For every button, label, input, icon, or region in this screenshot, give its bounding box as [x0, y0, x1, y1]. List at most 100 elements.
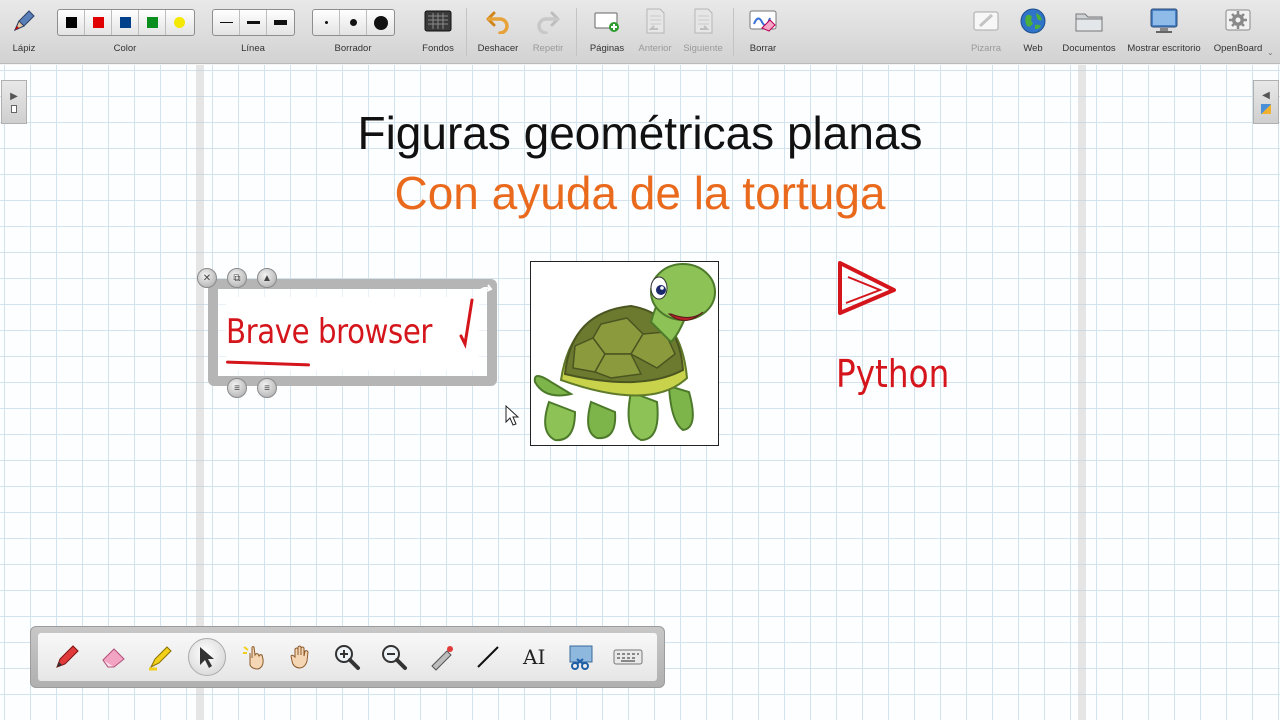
next-page-icon: [688, 6, 718, 36]
web-button[interactable]: [1018, 0, 1048, 64]
background-icon: [423, 6, 453, 36]
eraser-tool-button[interactable]: [95, 638, 133, 676]
handwritten-checkmark: [459, 298, 474, 349]
clear-page-button[interactable]: [748, 0, 778, 64]
interact-tool-icon: [243, 646, 264, 670]
backgrounds-label: Fondos: [422, 43, 454, 54]
keyboard-tool-button[interactable]: [609, 638, 647, 676]
folder-icon: [1074, 6, 1104, 36]
marker-tool-icon: [148, 646, 172, 671]
eraser-medium-option[interactable]: [340, 10, 367, 35]
globe-icon: [1018, 6, 1048, 36]
object-menu-icon[interactable]: ▲: [257, 268, 277, 288]
show-desktop-button[interactable]: [1149, 0, 1179, 64]
text-tool-button[interactable]: AI: [515, 638, 553, 676]
selector-tool-button[interactable]: [188, 638, 227, 676]
handwritten-triangle[interactable]: [832, 257, 904, 319]
stylus-tools: AI: [38, 633, 657, 681]
pages-label: Páginas: [589, 43, 625, 54]
handwritten-note[interactable]: Brave browser: [226, 312, 432, 352]
add-page-button[interactable]: [592, 0, 622, 64]
line-thick-option[interactable]: [267, 10, 294, 35]
color-selector[interactable]: [57, 9, 195, 36]
desktop-icon: [1149, 6, 1179, 36]
handwritten-python[interactable]: Python: [836, 352, 949, 396]
laser-pointer-tool-button[interactable]: [422, 638, 460, 676]
openboard-menu-button[interactable]: [1223, 0, 1253, 64]
redo-icon: [533, 6, 563, 36]
toolbar-divider: [466, 8, 467, 56]
eraser-small-option[interactable]: [313, 10, 340, 35]
page-margin-left: [196, 65, 204, 720]
pen-tool-button[interactable]: [48, 638, 86, 676]
hand-pan-tool-button[interactable]: [282, 638, 320, 676]
backgrounds-button[interactable]: [423, 0, 453, 64]
color-blue-swatch[interactable]: [112, 10, 139, 35]
redo-button[interactable]: [533, 0, 563, 64]
zoom-in-tool-button[interactable]: [328, 638, 366, 676]
add-page-icon: [592, 6, 622, 36]
undo-button[interactable]: [483, 0, 513, 64]
line-medium-option[interactable]: [240, 10, 267, 35]
color-green-swatch[interactable]: [139, 10, 166, 35]
line-width-selector[interactable]: [212, 9, 295, 36]
keyboard-icon: [613, 649, 643, 665]
documents-label: Documentos: [1062, 43, 1116, 54]
capture-tool-button[interactable]: [562, 638, 600, 676]
eraser-tool-icon: [102, 648, 125, 668]
openboard-label: OpenBoard: [1213, 43, 1263, 54]
layer-up-icon[interactable]: ≡: [257, 378, 277, 398]
board-subtitle[interactable]: Con ayuda de la tortuga: [0, 166, 1280, 220]
line-thin-option[interactable]: [213, 10, 240, 35]
toolbar-overflow-icon[interactable]: ⌄: [1267, 48, 1274, 57]
settings-icon: [1223, 6, 1253, 36]
turtle-illustration: [533, 263, 716, 442]
hand-pan-tool-icon: [290, 645, 309, 669]
layer-down-icon[interactable]: ≡: [227, 378, 247, 398]
zoom-out-tool-button[interactable]: [375, 638, 413, 676]
documents-button[interactable]: [1074, 0, 1104, 64]
pen-label: Lápiz: [12, 43, 36, 54]
selector-tool-icon: [200, 647, 215, 668]
pen-tool-icon: [56, 645, 80, 668]
board-label: Pizarra: [970, 43, 1002, 54]
eraser-size-selector[interactable]: [312, 9, 395, 36]
text-tool-icon: AI: [523, 645, 546, 669]
color-yellow-swatch[interactable]: [166, 10, 193, 35]
close-object-icon[interactable]: ✕: [197, 268, 217, 288]
next-label: Siguiente: [683, 43, 723, 54]
show-desktop-label: Mostrar escritorio: [1127, 43, 1201, 54]
web-label: Web: [1023, 43, 1043, 54]
board-title[interactable]: Figuras geométricas planas: [0, 106, 1280, 160]
board-icon: [971, 6, 1001, 36]
color-label: Color: [113, 43, 137, 54]
eraser-large-option[interactable]: [367, 10, 394, 35]
previous-page-icon: [640, 6, 670, 36]
duplicate-object-icon[interactable]: ⧉: [227, 268, 247, 288]
laser-pointer-icon: [431, 646, 453, 671]
eraser-label: Borrador: [334, 43, 372, 54]
marker-tool-button[interactable]: [142, 638, 180, 676]
next-page-button[interactable]: [688, 0, 718, 64]
clear-page-icon: [748, 6, 778, 36]
line-tool-button[interactable]: [469, 638, 507, 676]
expand-left-icon: ◀: [1262, 90, 1270, 101]
line-tool-icon: [476, 646, 499, 668]
interact-tool-button[interactable]: [235, 638, 273, 676]
undo-icon: [483, 6, 513, 36]
expand-right-icon: ▶: [10, 91, 18, 102]
board-mode-button[interactable]: [971, 0, 1001, 64]
main-toolbar: Lápiz Color Línea Borrador Fondos Deshac…: [0, 0, 1280, 64]
undo-label: Deshacer: [477, 43, 519, 54]
color-red-swatch[interactable]: [85, 10, 112, 35]
mouse-cursor-icon: [505, 405, 520, 426]
color-black-swatch[interactable]: [58, 10, 85, 35]
page-margin-right: [1078, 65, 1086, 720]
clear-label: Borrar: [749, 43, 777, 54]
rotate-handle-icon[interactable]: [474, 283, 494, 299]
turtle-image[interactable]: [530, 261, 719, 446]
line-label: Línea: [241, 43, 265, 54]
zoom-out-icon: [382, 645, 408, 670]
previous-page-button[interactable]: [640, 0, 670, 64]
pen-button[interactable]: [9, 0, 39, 64]
